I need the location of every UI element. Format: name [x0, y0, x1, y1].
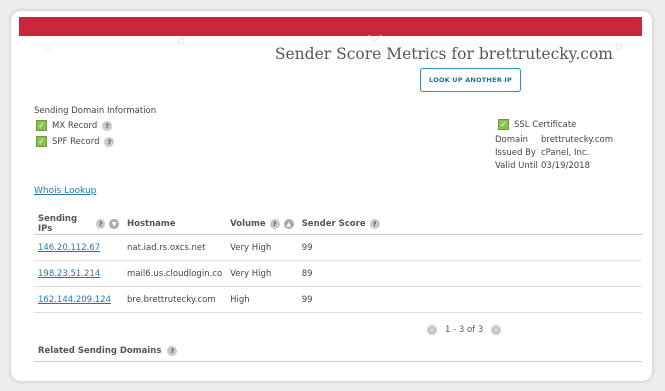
col-hostname: Hostname: [123, 214, 227, 235]
divider: [34, 361, 642, 362]
spf-help-icon[interactable]: ?: [104, 136, 115, 147]
mx-record-label: MX Record: [52, 120, 98, 131]
col-volume: Volume? ▲: [226, 214, 298, 235]
table-row: 146.20.112.67 nat.iad.rs.oxcs.net Very H…: [34, 234, 642, 261]
sending-ips-table: Sending IPs? ▼ Hostname Volume? ▲ Sender S…: [34, 214, 642, 313]
volume-cell: High: [226, 286, 298, 313]
ssl-issued-value: cPanel, Inc.: [541, 147, 590, 158]
score-cell: 89: [297, 260, 642, 287]
ssl-certificate-panel: ✓ SSL Certificate Domain brettrutecky.com…: [495, 119, 613, 172]
spf-record-label: SPF Record: [52, 136, 100, 147]
mx-record-row: ✓ MX Record ?: [36, 120, 113, 131]
ssl-issued-key: Issued By: [495, 147, 536, 158]
pagination-label: 1 - 3 of 3: [445, 325, 484, 335]
hostname-cell: bre.brettrutecky.com: [123, 286, 227, 313]
mx-check-icon: ✓: [36, 120, 47, 131]
hostname-cell: mail6.us.cloudlogin.co: [123, 260, 227, 287]
whois-lookup-link[interactable]: Whois Lookup: [34, 186, 96, 196]
volume-help-icon[interactable]: ?: [269, 219, 280, 229]
col-sender-score: Sender Score?: [297, 214, 642, 235]
page-title: Sender Score Metrics for brettrutecky.co…: [274, 45, 613, 63]
mx-help-icon[interactable]: ?: [102, 120, 113, 131]
score-cell: 99: [297, 286, 642, 313]
related-domains-heading: Related Sending Domains ?: [38, 346, 178, 356]
spf-check-icon: ✓: [36, 136, 47, 147]
ssl-valid-key: Valid Until: [495, 160, 538, 171]
spf-record-row: ✓ SPF Record ?: [36, 136, 115, 147]
ssl-valid-value: 03/19/2018: [541, 160, 590, 171]
ssl-label: SSL Certificate: [514, 119, 577, 130]
metrics-card: Sender Score Metrics for brettrutecky.co…: [11, 11, 652, 381]
sort-up-icon[interactable]: ▲: [283, 219, 294, 229]
ip-link[interactable]: 162.144.209.124: [38, 295, 111, 305]
prev-page-icon[interactable]: ‹: [427, 325, 437, 335]
ip-link[interactable]: 198.23.51.214: [38, 269, 100, 279]
volume-cell: Very High: [226, 234, 298, 261]
ssl-domain-key: Domain: [495, 134, 528, 145]
sending-ips-help-icon[interactable]: ?: [95, 219, 106, 229]
table-row: 198.23.51.214 mail6.us.cloudlogin.co Ver…: [34, 260, 642, 287]
score-cell: 99: [297, 234, 642, 261]
sending-domain-heading: Sending Domain Information: [34, 106, 157, 116]
ip-link[interactable]: 146.20.112.67: [38, 243, 100, 253]
pagination: ‹ 1 - 3 of 3 ›: [427, 325, 502, 335]
header-banner: [19, 17, 642, 36]
sort-down-icon[interactable]: ▼: [109, 219, 119, 229]
related-help-icon[interactable]: ?: [167, 346, 178, 356]
ssl-domain-value: brettrutecky.com: [541, 134, 614, 145]
ssl-check-icon: ✓: [498, 119, 509, 130]
hostname-cell: nat.iad.rs.oxcs.net: [123, 234, 227, 261]
sender-score-help-icon[interactable]: ?: [369, 219, 380, 229]
volume-cell: Very High: [226, 260, 298, 287]
table-row: 162.144.209.124 bre.brettrutecky.com Hig…: [34, 286, 642, 313]
col-sending-ips: Sending IPs? ▼: [34, 214, 123, 235]
next-page-icon[interactable]: ›: [491, 325, 502, 335]
look-up-another-ip-button[interactable]: LOOK UP ANOTHER IP: [420, 68, 521, 92]
